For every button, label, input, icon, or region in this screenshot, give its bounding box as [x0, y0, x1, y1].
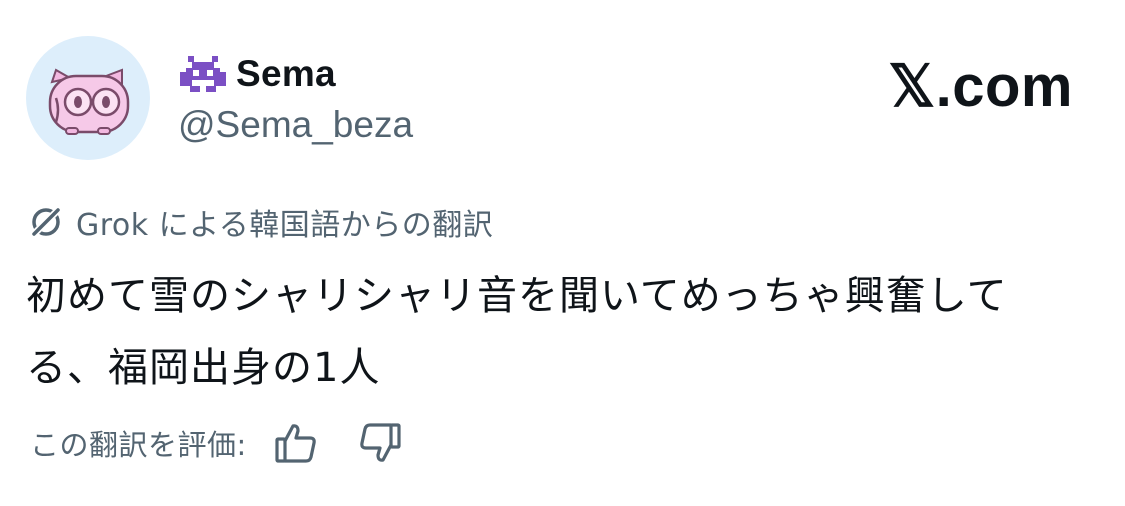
thumbs-down-icon[interactable] — [357, 420, 403, 466]
display-name[interactable]: Sema — [236, 53, 336, 95]
grok-icon — [28, 204, 64, 240]
pink-pig-avatar-icon — [48, 68, 130, 135]
translation-header-text: Grok による韓国語からの翻訳 — [76, 208, 494, 243]
avatar[interactable] — [26, 36, 150, 160]
user-handle[interactable]: @Sema_beza — [178, 104, 413, 146]
post-text: 初めて雪のシャリシャリ音を聞いてめっちゃ興奮してる、福岡出身の1人 — [26, 273, 1008, 391]
rate-translation-label: この翻訳を評価: — [30, 428, 247, 462]
rate-translation-row: この翻訳を評価: — [30, 418, 403, 468]
alien-monster-icon — [180, 56, 226, 92]
thumbs-up-icon[interactable] — [273, 420, 319, 466]
x-brand-logo: 𝕏.com — [888, 54, 1073, 119]
translation-header: Grok による韓国語からの翻訳 — [26, 200, 493, 244]
author-name-row[interactable]: Sema — [180, 50, 336, 98]
